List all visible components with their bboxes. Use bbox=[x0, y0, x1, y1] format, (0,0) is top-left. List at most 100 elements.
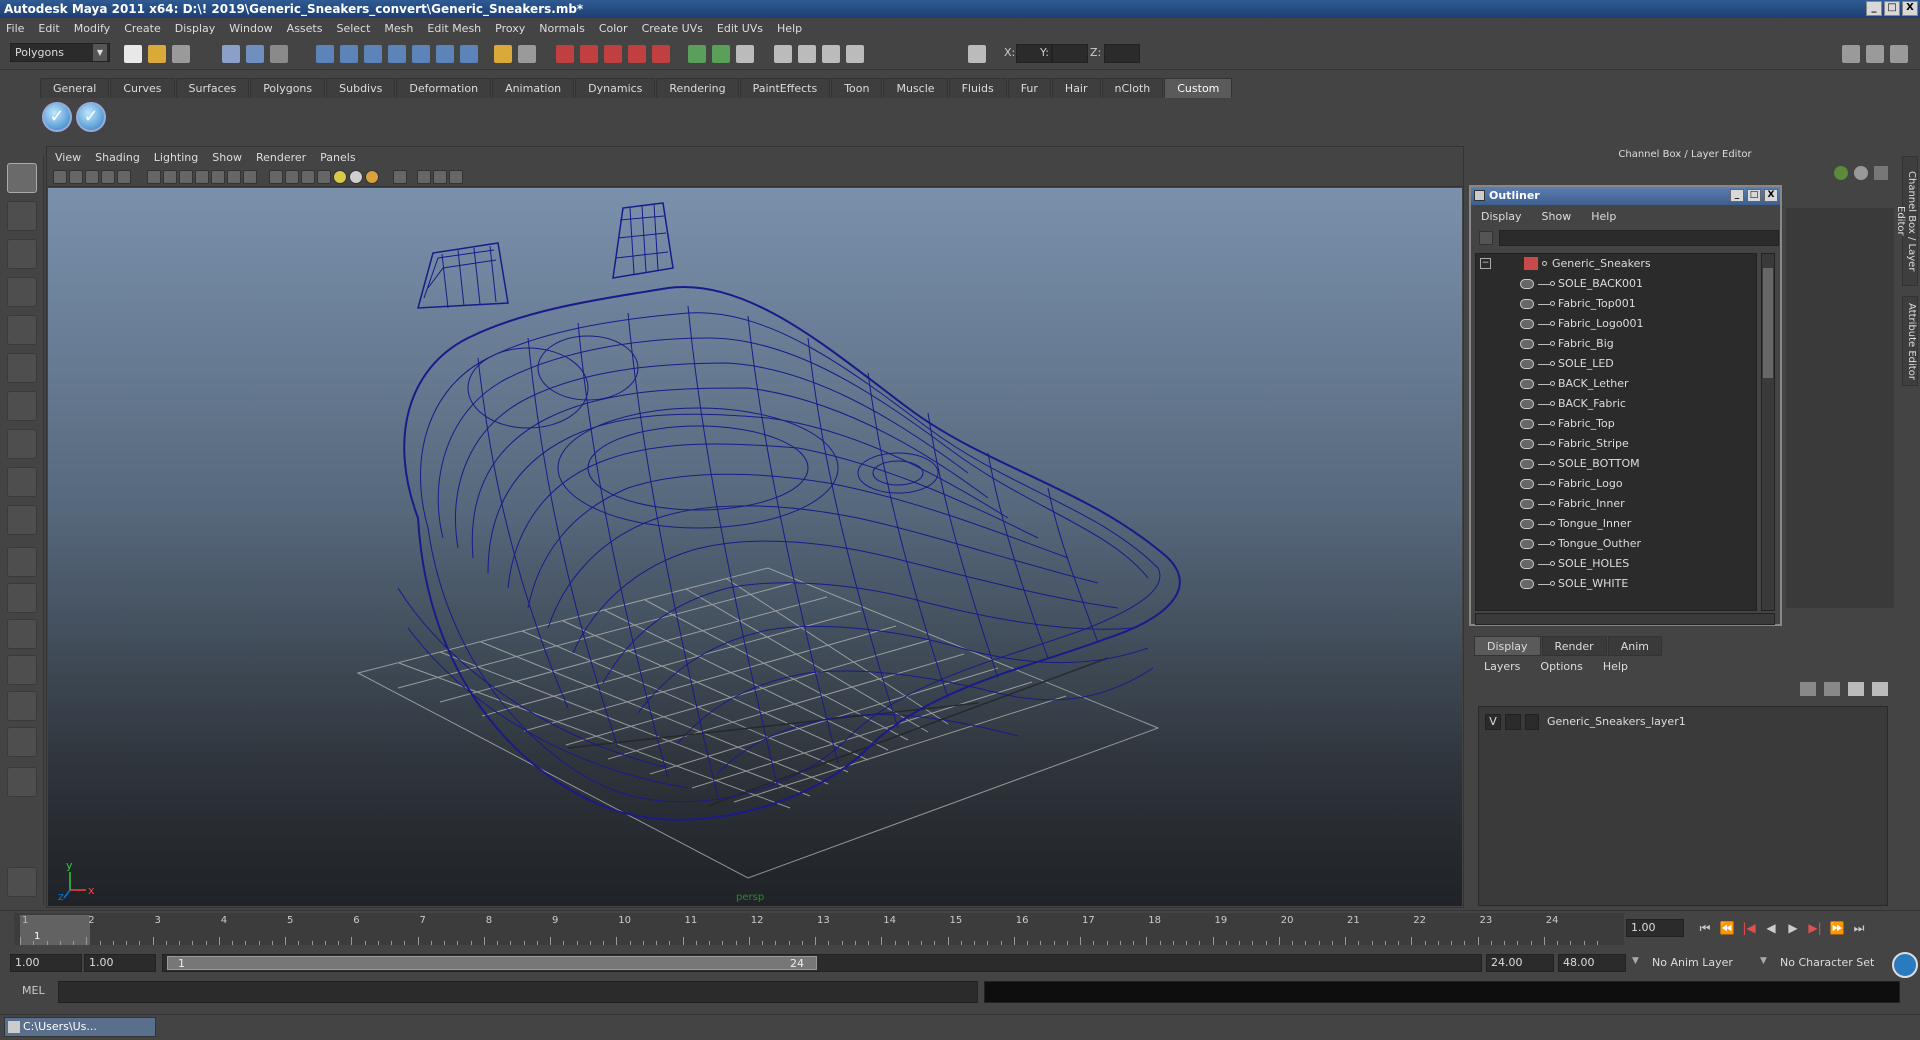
menu-modify[interactable]: Modify bbox=[74, 22, 110, 35]
new-scene-icon[interactable] bbox=[124, 45, 142, 63]
step-forward-key-button[interactable]: ⏩ bbox=[1828, 920, 1846, 936]
layer-row[interactable]: V Generic_Sneakers_layer1 bbox=[1485, 713, 1880, 731]
smooth-shade-icon[interactable] bbox=[163, 170, 177, 184]
outliner-item[interactable]: SOLE_BACK001 bbox=[1476, 274, 1756, 294]
scrollbar-thumb[interactable] bbox=[1763, 268, 1773, 378]
shelf-tab-subdivs[interactable]: Subdivs bbox=[326, 78, 396, 98]
layer-visibility-toggle[interactable]: V bbox=[1485, 714, 1501, 730]
checker-icon[interactable] bbox=[317, 170, 331, 184]
menu-file[interactable]: File bbox=[6, 22, 24, 35]
menu-color[interactable]: Color bbox=[599, 22, 628, 35]
character-set-dropdown[interactable]: No Character Set bbox=[1776, 954, 1882, 972]
check-icon[interactable]: ✓ bbox=[42, 102, 72, 132]
menu-proxy[interactable]: Proxy bbox=[495, 22, 525, 35]
select-hierarchy-icon[interactable] bbox=[222, 45, 240, 63]
maximize-button[interactable]: □ bbox=[1884, 1, 1900, 16]
help-question-icon[interactable] bbox=[460, 45, 478, 63]
grid-toggle-icon[interactable] bbox=[117, 170, 131, 184]
layout-options-icon[interactable] bbox=[7, 767, 37, 797]
shaded-sphere-icon[interactable] bbox=[349, 170, 363, 184]
move-tool-icon[interactable] bbox=[7, 277, 37, 307]
outliner-menu-display[interactable]: Display bbox=[1481, 210, 1522, 223]
play-backwards-button[interactable]: ◀ bbox=[1762, 920, 1780, 936]
isolate-select-icon[interactable] bbox=[269, 170, 283, 184]
specular-sphere-icon[interactable] bbox=[365, 170, 379, 184]
ipr-render-icon[interactable] bbox=[580, 45, 598, 63]
shelf-tab-ncloth[interactable]: nCloth bbox=[1101, 78, 1164, 98]
layer-tab-anim[interactable]: Anim bbox=[1607, 636, 1662, 656]
shelf-tab-surfaces[interactable]: Surfaces bbox=[175, 78, 250, 98]
chevron-down-icon[interactable]: ▼ bbox=[1632, 956, 1639, 966]
tool-settings-toggle-icon[interactable] bbox=[1866, 45, 1884, 63]
outliner-item[interactable]: Tongue_Outher bbox=[1476, 534, 1756, 554]
vp-menu-renderer[interactable]: Renderer bbox=[256, 151, 306, 164]
layer-menu-layers[interactable]: Layers bbox=[1484, 660, 1520, 673]
layer-tab-display[interactable]: Display bbox=[1474, 636, 1541, 656]
side-tab-attribute-editor[interactable]: Attribute Editor bbox=[1902, 296, 1918, 386]
universal-manipulator-icon[interactable] bbox=[7, 391, 37, 421]
outliner-menu-show[interactable]: Show bbox=[1542, 210, 1572, 223]
display-resolution-icon[interactable] bbox=[417, 170, 431, 184]
viewport-canvas[interactable]: y x z persp bbox=[48, 188, 1462, 906]
graph-editor-layout-icon[interactable] bbox=[7, 655, 37, 685]
history-icon[interactable] bbox=[436, 45, 454, 63]
shelf-tab-rendering[interactable]: Rendering bbox=[656, 78, 739, 98]
step-back-frame-button[interactable]: |◀ bbox=[1740, 920, 1758, 936]
outliner-item[interactable]: BACK_Fabric bbox=[1476, 394, 1756, 414]
render-view-icon[interactable] bbox=[652, 45, 670, 63]
playback-end-field[interactable]: 24.00 bbox=[1486, 954, 1554, 972]
step-forward-frame-button[interactable]: ▶| bbox=[1806, 920, 1824, 936]
safe-action-icon[interactable] bbox=[449, 170, 463, 184]
menu-window[interactable]: Window bbox=[229, 22, 272, 35]
time-slider[interactable]: 1 2 3 4 5 6 7 8 9 10 11 12 13 14 15 16 17 18 19 20 21 22 23 24 … bbox=[0, 910, 1920, 948]
hypershade-icon[interactable] bbox=[628, 45, 646, 63]
open-scene-icon[interactable] bbox=[148, 45, 166, 63]
image-plane-icon[interactable] bbox=[101, 170, 115, 184]
perspective-viewport[interactable]: View Shading Lighting Show Renderer Pane… bbox=[46, 146, 1464, 908]
end-time-field[interactable]: 48.00 bbox=[1558, 954, 1626, 972]
outliner-search-input[interactable] bbox=[1499, 230, 1779, 246]
texture-mode-icon[interactable] bbox=[243, 170, 257, 184]
xray-icon[interactable] bbox=[227, 170, 241, 184]
new-layer-selected-icon[interactable] bbox=[1872, 682, 1888, 696]
camera-tools-icon[interactable] bbox=[774, 45, 792, 63]
vp-menu-view[interactable]: View bbox=[55, 151, 81, 164]
shelf-tab-painteffects[interactable]: PaintEffects bbox=[739, 78, 831, 98]
outliner-minimize-button[interactable]: _ bbox=[1730, 189, 1744, 202]
outliner-horizontal-scrollbar[interactable] bbox=[1475, 613, 1775, 625]
outliner-item[interactable]: Fabric_Logo bbox=[1476, 474, 1756, 494]
auto-key-icon[interactable] bbox=[1892, 952, 1918, 978]
wireframe-icon[interactable] bbox=[147, 170, 161, 184]
menu-create-uvs[interactable]: Create UVs bbox=[642, 22, 703, 35]
dope-sheet-layout-icon[interactable] bbox=[7, 727, 37, 757]
outliner-item[interactable]: Fabric_Inner bbox=[1476, 494, 1756, 514]
outliner-item[interactable]: Fabric_Stripe bbox=[1476, 434, 1756, 454]
snap-point-icon[interactable] bbox=[364, 45, 382, 63]
all-lights-icon[interactable] bbox=[301, 170, 315, 184]
z-field[interactable] bbox=[1104, 44, 1140, 63]
menu-normals[interactable]: Normals bbox=[539, 22, 585, 35]
start-time-field[interactable]: 1.00 bbox=[10, 954, 82, 972]
show-manipulator-icon[interactable] bbox=[7, 467, 37, 497]
snap-grid-icon[interactable] bbox=[316, 45, 334, 63]
four-view-layout-icon[interactable] bbox=[7, 583, 37, 613]
outliner-item[interactable]: Fabric_Big bbox=[1476, 334, 1756, 354]
shelf-tab-general[interactable]: General bbox=[40, 78, 110, 98]
modeling-toolkit-icon[interactable] bbox=[798, 45, 816, 63]
chevron-down-icon[interactable]: ▼ bbox=[1760, 956, 1767, 966]
outliner-item[interactable]: Fabric_Logo001 bbox=[1476, 314, 1756, 334]
taskbar-item[interactable]: C:\Users\Us... bbox=[4, 1017, 156, 1037]
default-lighting-icon[interactable] bbox=[211, 170, 225, 184]
anim-layer-dropdown[interactable]: No Anim Layer bbox=[1648, 954, 1758, 972]
shelf-tab-hair[interactable]: Hair bbox=[1051, 78, 1101, 98]
menu-edit[interactable]: Edit bbox=[38, 22, 59, 35]
current-time-indicator[interactable] bbox=[20, 915, 90, 945]
shelf-tab-fluids[interactable]: Fluids bbox=[948, 78, 1007, 98]
layer-editor-icon[interactable] bbox=[1854, 166, 1868, 180]
channel-box-pin-icon[interactable] bbox=[1874, 166, 1888, 180]
render-settings-icon[interactable] bbox=[604, 45, 622, 63]
rotate-tool-icon[interactable] bbox=[7, 315, 37, 345]
move-layer-down-icon[interactable] bbox=[1824, 682, 1840, 696]
menu-help[interactable]: Help bbox=[777, 22, 802, 35]
camera-attributes-icon[interactable] bbox=[69, 170, 83, 184]
